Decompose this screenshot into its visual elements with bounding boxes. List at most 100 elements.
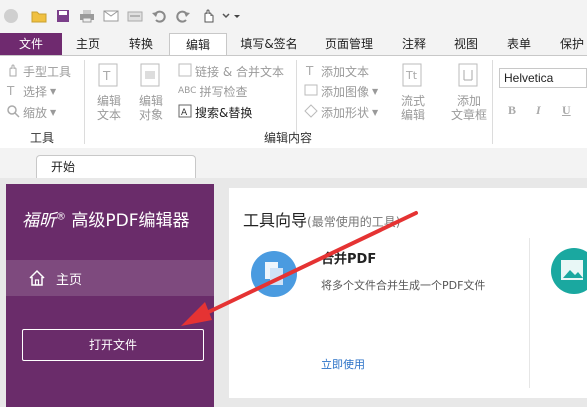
tab-comment[interactable]: 注释	[395, 33, 433, 55]
panel-subtitle: (最常使用的工具)	[307, 215, 401, 229]
spell-check-label: 拼写检查	[199, 84, 248, 99]
flow-edit-icon: Tt	[400, 62, 426, 90]
chevron-down-icon: ▼	[372, 107, 379, 117]
panel-divider	[529, 238, 530, 388]
tab-file[interactable]: 文件	[0, 33, 62, 55]
edit-text-icon: T	[96, 62, 122, 90]
link-merge-text-button[interactable]: 链接 & 合并文本	[178, 62, 284, 80]
search-replace-button[interactable]: A 搜索&替换	[178, 103, 252, 121]
group-divider	[84, 60, 85, 144]
link-merge-text-label: 链接 & 合并文本	[195, 64, 284, 79]
edit-object-button[interactable]: 编辑 对象	[132, 62, 170, 122]
select-button[interactable]: T 选择 ▼	[6, 82, 56, 100]
tab-fill-sign[interactable]: 填写&签名	[234, 33, 304, 55]
tools-group-label: 工具	[30, 131, 55, 145]
document-tab-strip: 开始	[0, 148, 587, 178]
customize-toolbar-icon[interactable]	[228, 7, 246, 25]
panel-title: 工具向导(最常使用的工具)	[243, 207, 400, 231]
chevron-down-icon: ▼	[372, 86, 379, 96]
add-image-icon	[304, 83, 318, 100]
zoom-label: 缩放	[23, 105, 48, 120]
select-icon: T	[6, 83, 20, 100]
search-replace-label: 搜索&替换	[195, 105, 253, 120]
add-text-icon: T	[304, 63, 318, 80]
italic-button[interactable]: I	[536, 103, 541, 118]
hand-tool-label: 手型工具	[23, 64, 72, 79]
email-icon[interactable]	[102, 7, 120, 25]
svg-text:Tt: Tt	[405, 69, 418, 82]
redo-icon[interactable]	[174, 7, 192, 25]
svg-text:A: A	[181, 108, 188, 118]
brand-title: 福昕® 高级PDF编辑器	[22, 206, 190, 231]
select-label: 选择	[23, 84, 48, 99]
link-icon	[178, 63, 192, 80]
add-textbox-label-1: 添加	[456, 94, 481, 108]
add-image-label: 添加图像	[321, 84, 370, 99]
chevron-down-icon: ▼	[50, 107, 57, 117]
app-logo-icon	[2, 7, 20, 25]
edit-text-label-2: 文本	[96, 108, 121, 122]
tab-home[interactable]: 主页	[66, 33, 110, 55]
tab-convert[interactable]: 转换	[118, 33, 164, 55]
underline-button[interactable]: U	[562, 103, 571, 118]
edit-object-icon	[138, 62, 164, 90]
merge-pdf-icon[interactable]	[251, 251, 297, 297]
tab-protect[interactable]: 保护	[553, 33, 587, 55]
add-textbox-button[interactable]: 添加 文章框	[446, 62, 492, 122]
hand-tool-icon[interactable]	[199, 7, 217, 25]
tab-edit[interactable]: 编辑	[169, 33, 227, 56]
svg-text:T: T	[305, 64, 314, 77]
add-shape-icon	[304, 103, 318, 121]
add-textbox-icon	[456, 62, 482, 90]
start-sidebar: 福昕® 高级PDF编辑器 主页 打开文件	[6, 184, 214, 407]
svg-text:T: T	[102, 69, 111, 83]
quick-access-toolbar	[0, 0, 587, 33]
use-now-link[interactable]: 立即使用	[321, 356, 365, 372]
image-tool-icon[interactable]	[551, 248, 587, 294]
bold-button[interactable]: B	[508, 103, 516, 118]
add-text-button[interactable]: T 添加文本	[304, 62, 369, 80]
svg-text:T: T	[6, 84, 15, 97]
scan-icon[interactable]	[126, 7, 144, 25]
add-image-button[interactable]: 添加图像 ▼	[304, 82, 378, 100]
search-replace-icon: A	[178, 104, 192, 121]
tool-description: 将多个文件合并生成一个PDF文件	[321, 279, 486, 292]
tab-view[interactable]: 视图	[447, 33, 485, 55]
print-icon[interactable]	[78, 7, 96, 25]
undo-icon[interactable]	[150, 7, 168, 25]
edit-text-button[interactable]: T 编辑 文本	[90, 62, 128, 122]
add-textbox-label-2: 文章框	[450, 108, 487, 122]
zoom-button[interactable]: 缩放 ▼	[6, 103, 56, 121]
open-folder-icon[interactable]	[30, 7, 48, 25]
start-page: 福昕® 高级PDF编辑器 主页 打开文件 工具向导(最常使用的工具) 合并PDF…	[0, 178, 587, 407]
edit-object-label-1: 编辑	[138, 94, 163, 108]
flow-edit-label-1: 流式	[400, 94, 425, 108]
edit-content-group-label: 编辑内容	[264, 131, 313, 145]
add-shape-button[interactable]: 添加形状 ▼	[304, 103, 378, 121]
spell-check-icon: ABC	[178, 86, 197, 96]
flow-edit-label-2: 编辑	[400, 108, 425, 122]
chevron-down-icon: ▼	[50, 86, 57, 96]
hand-icon	[6, 63, 20, 80]
tab-form[interactable]: 表单	[500, 33, 538, 55]
home-label: 主页	[56, 272, 83, 288]
brand-name: 福昕	[22, 211, 56, 231]
panel-title-text: 工具向导	[243, 211, 308, 230]
tool-wizard-panel: 工具向导(最常使用的工具) 合并PDF 将多个文件合并生成一个PDF文件 立即使…	[229, 188, 587, 398]
add-shape-label: 添加形状	[321, 105, 370, 120]
spell-check-button[interactable]: ABC 拼写检查	[178, 82, 247, 100]
add-text-label: 添加文本	[321, 64, 370, 79]
flow-edit-button[interactable]: Tt 流式 编辑	[394, 62, 432, 122]
tab-page-manage[interactable]: 页面管理	[318, 33, 380, 55]
font-name-field[interactable]: Helvetica	[499, 68, 587, 88]
ribbon-edit: 手型工具 T 选择 ▼ 缩放 ▼ 工具 T 编辑 文本 编辑 对象 链接 & 合…	[0, 55, 587, 149]
tab-start[interactable]: 开始	[36, 155, 196, 178]
group-divider	[492, 60, 493, 144]
home-icon	[28, 269, 46, 287]
hand-tool-button[interactable]: 手型工具	[6, 62, 71, 80]
sidebar-item-home[interactable]: 主页	[6, 260, 214, 296]
tool-name: 合并PDF	[321, 252, 377, 267]
open-file-button[interactable]: 打开文件	[22, 329, 204, 361]
save-icon[interactable]	[54, 7, 72, 25]
zoom-icon	[6, 104, 20, 121]
